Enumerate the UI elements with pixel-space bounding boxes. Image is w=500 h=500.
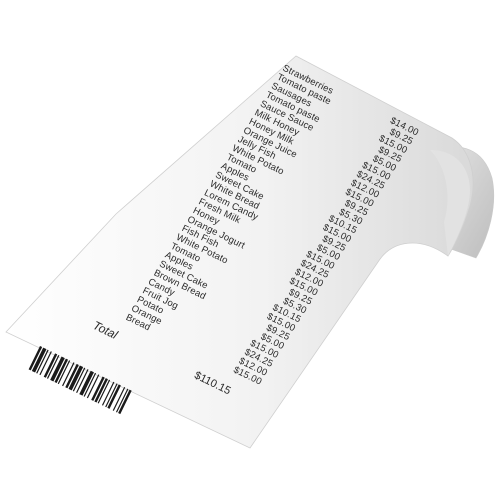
receipt-paper	[5, 55, 474, 449]
barcode-bar	[118, 389, 132, 415]
barcode-bar	[107, 384, 121, 409]
receipt-illustration: Strawberries $14.00 Tomato paste $9.25 Sausa…	[0, 0, 500, 500]
